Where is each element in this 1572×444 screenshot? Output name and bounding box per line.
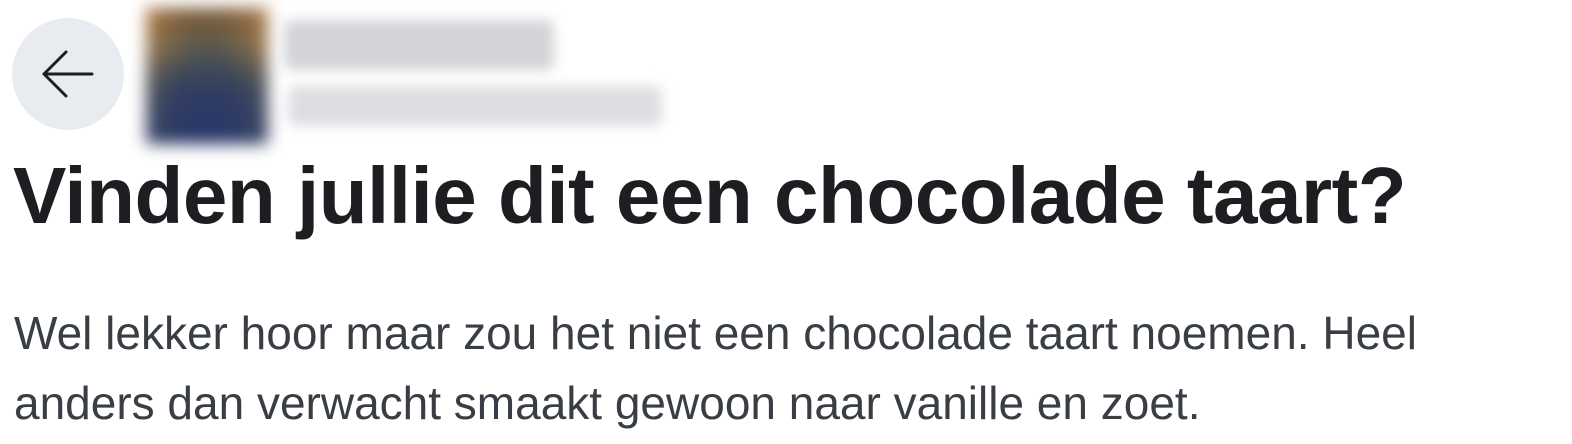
post-header: [12, 8, 662, 144]
back-button[interactable]: [12, 18, 124, 130]
author-name-redacted[interactable]: [284, 20, 554, 70]
author-subtitle-redacted: [288, 86, 662, 126]
arrow-left-icon: [42, 50, 94, 98]
avatar[interactable]: [146, 8, 268, 144]
author-meta: [284, 8, 662, 126]
post-title: Vinden jullie dit een chocolade taart?: [13, 151, 1407, 240]
post-body: Wel lekker hoor maar zou het niet een ch…: [14, 307, 1417, 429]
